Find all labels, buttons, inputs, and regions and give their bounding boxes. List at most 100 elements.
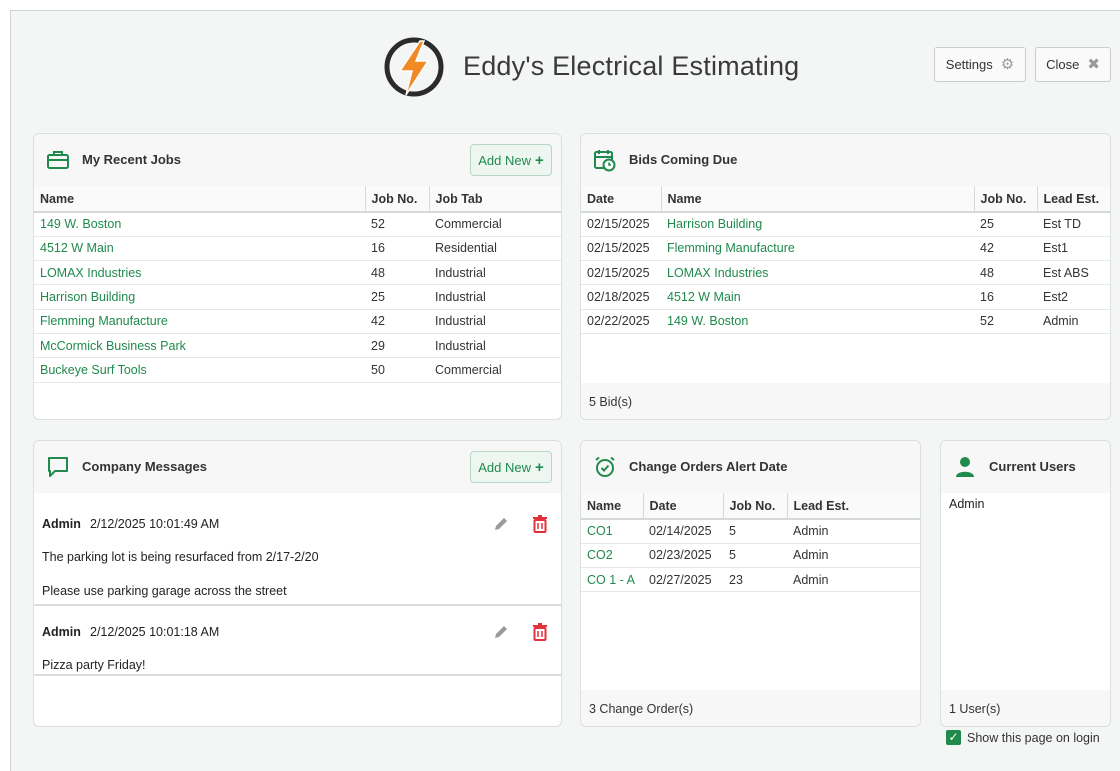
- close-button[interactable]: Close ✖: [1035, 47, 1111, 82]
- table-row[interactable]: Flemming Manufacture 42 Industrial: [34, 309, 561, 334]
- col-header-name[interactable]: Name: [581, 493, 644, 520]
- pencil-icon[interactable]: [492, 623, 510, 641]
- table-row[interactable]: 02/18/2025 4512 W Main 16 Est2: [581, 284, 1110, 310]
- table-row[interactable]: 02/15/2025 Harrison Building 25 Est TD: [581, 212, 1110, 237]
- table-row[interactable]: CO 1 - A 02/27/2025 23 Admin: [581, 567, 920, 593]
- table-row[interactable]: 149 W. Boston 52 Commercial: [34, 212, 561, 237]
- checkbox-checked-icon[interactable]: ✓: [946, 730, 961, 745]
- col-header-name[interactable]: Name: [34, 186, 366, 213]
- recent-jobs-panel: My Recent Jobs Add New + Name Job No. Jo…: [33, 133, 562, 420]
- plus-icon: +: [534, 151, 544, 169]
- job-number: 16: [365, 236, 429, 262]
- message-bubble-icon: [48, 457, 68, 477]
- message-item: Admin 2/12/2025 10:01:49 AM The parking …: [34, 499, 561, 606]
- change-order-job-number: 5: [723, 543, 787, 569]
- col-header-lead-est[interactable]: Lead Est.: [787, 493, 920, 520]
- recent-jobs-table: Name Job No. Job Tab 149 W. Boston 52 Comm…: [34, 186, 561, 383]
- table-row[interactable]: LOMAX Industries 48 Industrial: [34, 260, 561, 286]
- table-row[interactable]: 4512 W Main 16 Residential: [34, 236, 561, 262]
- job-tab: Industrial: [429, 309, 561, 334]
- trash-icon[interactable]: [532, 623, 548, 641]
- show-on-login-option[interactable]: ✓ Show this page on login: [946, 730, 1100, 745]
- trash-icon[interactable]: [532, 515, 548, 533]
- bid-name-link[interactable]: 4512 W Main: [661, 284, 974, 310]
- change-order-link[interactable]: CO1: [581, 519, 643, 544]
- pencil-icon[interactable]: [492, 515, 510, 533]
- messages-header: Company Messages Add New +: [34, 441, 561, 493]
- table-row[interactable]: CO2 02/23/2025 5 Admin: [581, 543, 920, 569]
- plus-icon: +: [534, 458, 544, 476]
- settings-button[interactable]: Settings ⚙: [934, 47, 1026, 82]
- bid-job-number: 48: [974, 260, 1037, 286]
- col-header-job-no[interactable]: Job No.: [723, 493, 788, 520]
- message-author: Admin: [42, 625, 81, 639]
- job-tab: Industrial: [429, 284, 561, 310]
- change-order-date: 02/23/2025: [643, 543, 723, 569]
- table-row[interactable]: 02/22/2025 149 W. Boston 52 Admin: [581, 309, 1110, 334]
- change-order-lead-est: Admin: [787, 519, 920, 544]
- bid-name-link[interactable]: LOMAX Industries: [661, 260, 974, 286]
- bids-header: Bids Coming Due: [581, 134, 1110, 186]
- bid-date: 02/15/2025: [581, 212, 661, 237]
- job-name-link[interactable]: McCormick Business Park: [34, 333, 365, 359]
- job-number: 29: [365, 333, 429, 359]
- table-row[interactable]: 02/15/2025 Flemming Manufacture 42 Est1: [581, 236, 1110, 262]
- change-order-lead-est: Admin: [787, 567, 920, 593]
- change-orders-title: Change Orders Alert Date: [629, 459, 788, 474]
- close-label: Close: [1046, 57, 1080, 72]
- table-row[interactable]: Buckeye Surf Tools 50 Commercial: [34, 357, 561, 383]
- current-users-header: Current Users: [941, 441, 1110, 493]
- bid-name-link[interactable]: Harrison Building: [661, 212, 974, 237]
- current-users-title: Current Users: [989, 459, 1076, 474]
- users-count: 1 User(s): [941, 690, 1110, 726]
- add-job-button[interactable]: Add New +: [470, 144, 552, 176]
- table-row[interactable]: Harrison Building 25 Industrial: [34, 284, 561, 310]
- col-header-job-no[interactable]: Job No.: [974, 186, 1038, 213]
- col-header-name[interactable]: Name: [661, 186, 975, 213]
- job-tab: Industrial: [429, 333, 561, 359]
- job-name-link[interactable]: Harrison Building: [34, 284, 365, 310]
- change-order-link[interactable]: CO 1 - A: [581, 567, 643, 593]
- user-list-item: Admin: [949, 497, 985, 511]
- message-timestamp: 2/12/2025 10:01:18 AM: [90, 625, 220, 639]
- change-order-link[interactable]: CO2: [581, 543, 643, 569]
- message-item: Admin 2/12/2025 10:01:18 AM Pizza party …: [34, 608, 561, 676]
- col-header-job-tab[interactable]: Job Tab: [429, 186, 561, 213]
- change-orders-panel: Change Orders Alert Date Name Date Job N…: [580, 440, 921, 727]
- bid-name-link[interactable]: 149 W. Boston: [661, 309, 974, 334]
- job-tab: Industrial: [429, 260, 561, 286]
- add-job-label: Add New: [478, 152, 531, 168]
- calendar-clock-icon: [594, 150, 616, 172]
- change-orders-count: 3 Change Order(s): [581, 690, 920, 726]
- bids-count: 5 Bid(s): [581, 383, 1110, 419]
- bid-name-link[interactable]: Flemming Manufacture: [661, 236, 974, 262]
- col-header-date[interactable]: Date: [581, 186, 662, 213]
- bid-job-number: 52: [974, 309, 1037, 334]
- change-order-job-number: 23: [723, 567, 787, 593]
- col-header-job-no[interactable]: Job No.: [365, 186, 430, 213]
- job-name-link[interactable]: LOMAX Industries: [34, 260, 365, 286]
- bid-lead-est: Est TD: [1037, 212, 1110, 237]
- bid-job-number: 25: [974, 212, 1037, 237]
- bid-job-number: 42: [974, 236, 1037, 262]
- messages-title: Company Messages: [82, 459, 207, 474]
- col-header-lead-est[interactable]: Lead Est.: [1037, 186, 1110, 213]
- change-order-job-number: 5: [723, 519, 787, 544]
- table-row[interactable]: 02/15/2025 LOMAX Industries 48 Est ABS: [581, 260, 1110, 286]
- job-tab: Residential: [429, 236, 561, 262]
- change-order-lead-est: Admin: [787, 543, 920, 569]
- job-name-link[interactable]: 149 W. Boston: [34, 212, 365, 237]
- job-name-link[interactable]: Flemming Manufacture: [34, 309, 365, 334]
- table-row[interactable]: CO1 02/14/2025 5 Admin: [581, 519, 920, 544]
- job-name-link[interactable]: 4512 W Main: [34, 236, 365, 262]
- bid-lead-est: Est2: [1037, 284, 1110, 310]
- bids-title: Bids Coming Due: [629, 152, 738, 167]
- app-title: Eddy's Electrical Estimating: [463, 51, 800, 81]
- job-name-link[interactable]: Buckeye Surf Tools: [34, 357, 365, 383]
- table-row[interactable]: McCormick Business Park 29 Industrial: [34, 333, 561, 359]
- job-tab: Commercial: [429, 212, 561, 237]
- add-message-button[interactable]: Add New +: [470, 451, 552, 483]
- current-users-panel: Current Users Admin 1 User(s): [940, 440, 1111, 727]
- col-header-date[interactable]: Date: [643, 493, 724, 520]
- bid-date: 02/18/2025: [581, 284, 661, 310]
